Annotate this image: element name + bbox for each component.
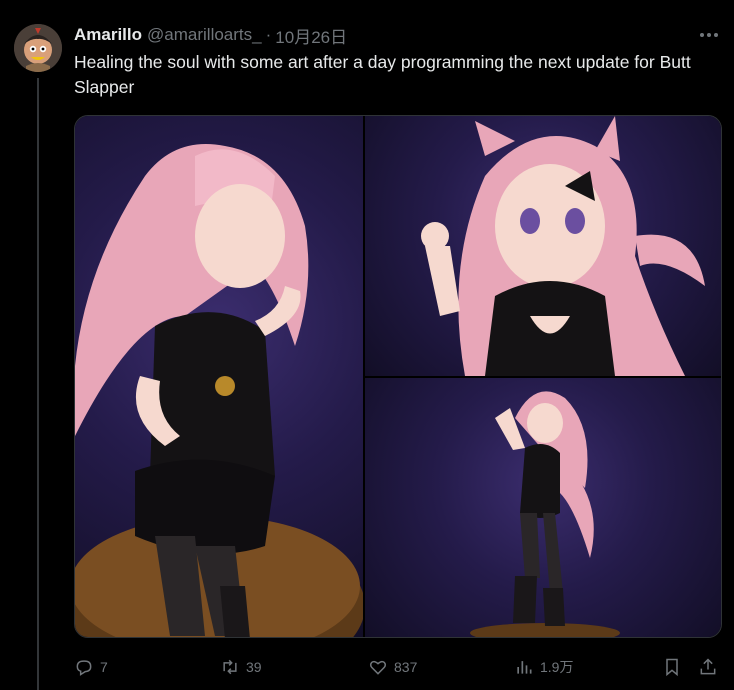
bookmark-icon: [666, 658, 678, 677]
tweet-text: Healing the soul with some art after a d…: [74, 52, 691, 97]
user-handle[interactable]: @amarilloarts_: [147, 25, 262, 45]
display-name[interactable]: Amarillo: [74, 25, 142, 45]
views-count: 1.9万: [540, 659, 574, 675]
action-bar: 7 39 837 1.9万: [74, 654, 724, 680]
retweet-icon: [223, 659, 237, 675]
retweet-count: 39: [246, 659, 262, 675]
reply-icon: [76, 660, 92, 676]
bookmark-button[interactable]: [662, 654, 682, 680]
views-button[interactable]: 1.9万: [514, 654, 573, 680]
like-count: 837: [394, 659, 418, 675]
share-icon: [700, 658, 716, 675]
media-grid: [74, 115, 722, 638]
more-options-icon[interactable]: [698, 26, 720, 44]
like-button[interactable]: 837: [368, 654, 417, 680]
heart-icon: [369, 660, 387, 675]
avatar[interactable]: [14, 24, 62, 72]
media-image-2[interactable]: [365, 116, 721, 376]
media-image-3[interactable]: [365, 378, 721, 637]
tweet-header: Amarillo @amarilloarts_ · 10月26日: [74, 23, 347, 48]
reply-button[interactable]: 7: [74, 654, 108, 680]
image-full-figure-icon: [75, 144, 363, 637]
share-button[interactable]: [698, 654, 718, 680]
tweet[interactable]: Amarillo @amarilloarts_ · 10月26日 Healing…: [0, 0, 734, 690]
media-image-1[interactable]: [75, 116, 363, 637]
analytics-icon: [517, 661, 532, 674]
retweet-button[interactable]: 39: [220, 654, 262, 680]
reply-count: 7: [100, 659, 108, 675]
separator-dot: ·: [265, 25, 272, 44]
tweet-date[interactable]: 10月26日: [275, 23, 347, 48]
image-closeup-icon: [421, 116, 705, 376]
avatar-image: [14, 24, 62, 72]
thread-line: [37, 78, 39, 690]
image-figure-on-base-icon: [470, 391, 620, 637]
